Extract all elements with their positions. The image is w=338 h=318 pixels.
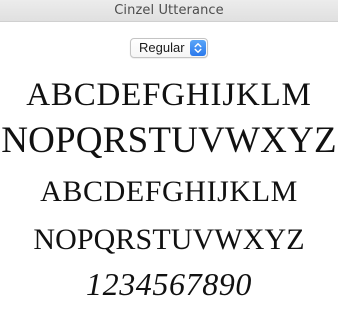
font-preview-window: Cinzel Utterance Regular ABCDEFGHIJKLM N…: [0, 0, 338, 318]
specimen-line-uppercase-n-z: NOPQRSTUVWXYZ: [1, 120, 337, 161]
toolbar: Regular: [0, 22, 338, 68]
specimen-line-numerals: 1234567890: [86, 266, 252, 302]
style-popup-value: Regular: [139, 40, 185, 55]
specimen-line-uppercase-a-m: ABCDEFGHIJKLM: [26, 77, 312, 113]
window-title: Cinzel Utterance: [114, 3, 224, 18]
specimen-line-smallcaps-n-z: NOPQRSTUVWXYZ: [33, 223, 305, 256]
updown-chevron-icon: [190, 40, 206, 56]
specimen-line-smallcaps-a-m: ABCDEFGHIJKLM: [40, 175, 298, 208]
style-popup-button[interactable]: Regular: [130, 38, 208, 58]
title-bar[interactable]: Cinzel Utterance: [0, 0, 338, 22]
